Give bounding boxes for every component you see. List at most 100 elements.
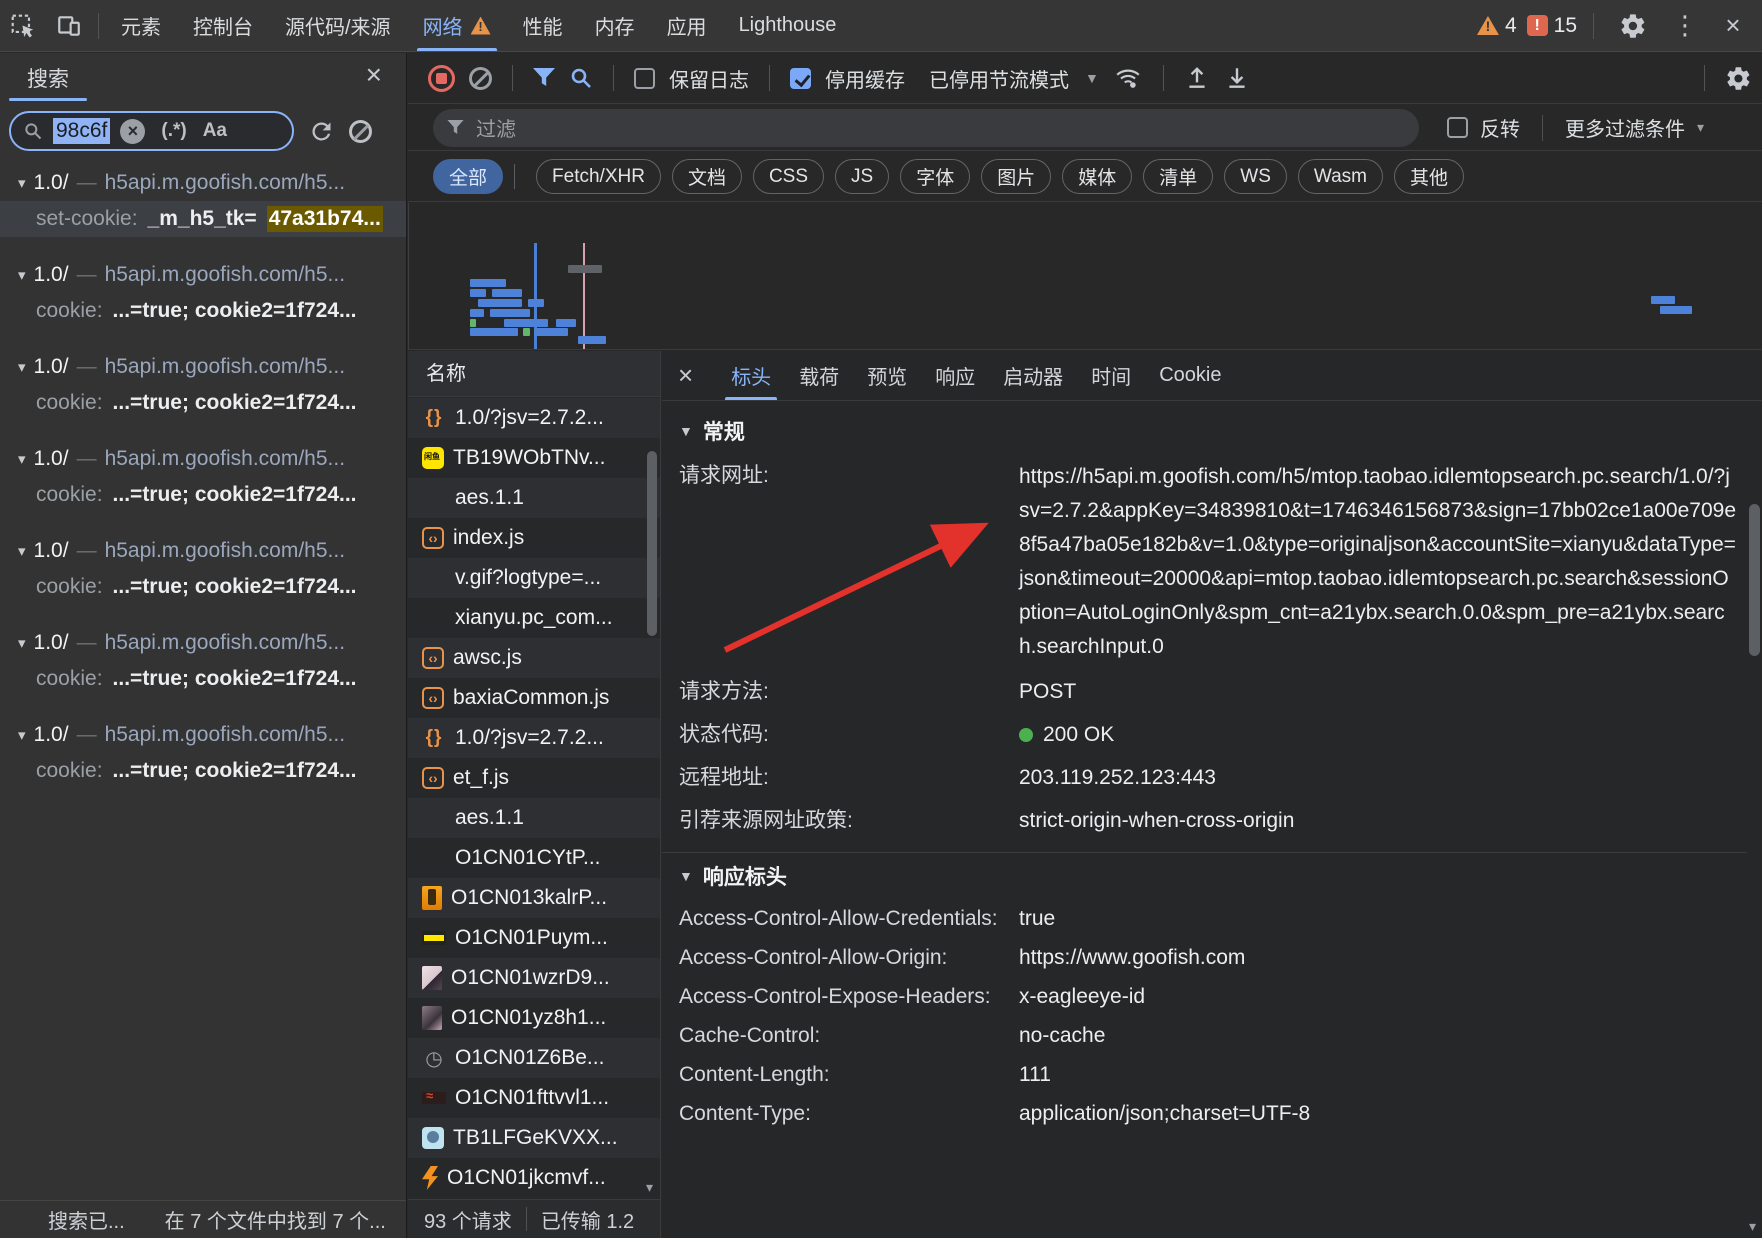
scrollbar-thumb[interactable]	[1749, 504, 1760, 656]
requests-name-column-header[interactable]: 名称	[408, 351, 660, 397]
request-type-chip[interactable]: 文档	[672, 159, 742, 194]
search-result-file[interactable]: ▾ 1.0/ — h5api.m.goofish.com/h5...	[0, 165, 406, 201]
clear-search-results-icon[interactable]	[349, 120, 372, 143]
filter-icon[interactable]	[533, 68, 555, 88]
request-type-chip[interactable]: 图片	[981, 159, 1051, 194]
expand-caret-icon[interactable]: ▾	[18, 726, 26, 744]
clear-query-icon[interactable]: ×	[120, 119, 145, 144]
details-tab[interactable]: 时间	[1077, 351, 1145, 400]
details-tab[interactable]: 响应	[921, 351, 989, 400]
expand-caret-icon[interactable]: ▾	[18, 542, 26, 560]
devtools-tab[interactable]: 控制台	[177, 0, 269, 51]
network-conditions-icon[interactable]	[1113, 65, 1143, 91]
request-row[interactable]: O1CN01yz8h1...	[408, 998, 660, 1038]
expand-caret-icon[interactable]: ▾	[18, 174, 26, 192]
console-warnings-badge[interactable]: 4	[1477, 14, 1517, 38]
expand-caret-icon[interactable]: ▾	[18, 634, 26, 652]
refresh-search-icon[interactable]	[308, 118, 335, 145]
request-type-chip[interactable]: 媒体	[1062, 159, 1132, 194]
search-result-file[interactable]: ▾ 1.0/ — h5api.m.goofish.com/h5...	[0, 717, 406, 753]
scroll-down-icon[interactable]: ▾	[1749, 1218, 1756, 1235]
search-result-file[interactable]: ▾ 1.0/ — h5api.m.goofish.com/h5...	[0, 257, 406, 293]
details-tab[interactable]: 启动器	[989, 351, 1077, 400]
preserve-log-checkbox[interactable]	[634, 68, 655, 89]
devtools-tab[interactable]: 性能	[507, 0, 579, 51]
invert-filter-checkbox[interactable]	[1447, 117, 1468, 138]
search-match-line[interactable]: cookie: ...=true; cookie2=1f724...	[0, 661, 406, 697]
search-match-line[interactable]: cookie: ...=true; cookie2=1f724...	[0, 753, 406, 789]
request-row[interactable]: 1.0/?jsv=2.7.2...	[408, 718, 660, 758]
scrollbar-thumb[interactable]	[647, 451, 657, 636]
request-row[interactable]: xianyu.pc_com...	[408, 598, 660, 638]
request-row[interactable]: v.gif?logtype=...	[408, 558, 660, 598]
expand-caret-icon[interactable]: ▾	[18, 358, 26, 376]
request-row[interactable]: index.js	[408, 518, 660, 558]
devtools-tab[interactable]: 网络	[407, 0, 507, 51]
search-input[interactable]: 98c6f × (.*) Aa	[9, 111, 294, 151]
request-row[interactable]: O1CN01Z6Be...	[408, 1038, 660, 1078]
request-row[interactable]: aes.1.1	[408, 798, 660, 838]
response-headers-section-header[interactable]: ▼ 响应标头	[679, 853, 1747, 899]
network-overview-timeline[interactable]: 5,000 ms 10,000 ms 15,000 ms 20,000 ms 2…	[408, 203, 1762, 350]
request-row[interactable]: 1.0/?jsv=2.7.2...	[408, 398, 660, 438]
details-tab[interactable]: 载荷	[785, 351, 853, 400]
general-section-header[interactable]: ▼ 常规	[679, 408, 1747, 454]
details-tab[interactable]: Cookie	[1145, 351, 1235, 400]
request-row[interactable]: O1CN01fttvvl1...	[408, 1078, 660, 1118]
request-type-chip[interactable]: JS	[835, 159, 889, 194]
search-network-icon[interactable]	[569, 66, 593, 90]
search-match-line[interactable]: cookie: ...=true; cookie2=1f724...	[0, 569, 406, 605]
search-result-file[interactable]: ▾ 1.0/ — h5api.m.goofish.com/h5...	[0, 441, 406, 477]
more-filters-label[interactable]: 更多过滤条件	[1565, 113, 1685, 142]
throttling-dropdown[interactable]: 已停用节流模式 ▼	[929, 64, 1099, 93]
settings-gear-icon[interactable]	[1610, 6, 1656, 46]
import-har-icon[interactable]	[1184, 65, 1210, 91]
details-tab[interactable]: 预览	[853, 351, 921, 400]
request-type-chip[interactable]: 其他	[1394, 159, 1464, 194]
clear-network-log-button[interactable]	[469, 67, 492, 90]
search-result-file[interactable]: ▾ 1.0/ — h5api.m.goofish.com/h5...	[0, 349, 406, 385]
request-row[interactable]: O1CN01jkcmvf...	[408, 1158, 660, 1198]
close-search-panel-icon[interactable]: ×	[366, 59, 382, 91]
issues-badge[interactable]: 15	[1527, 14, 1577, 38]
close-devtools-icon[interactable]: ×	[1714, 10, 1752, 41]
search-match-line[interactable]: cookie: ...=true; cookie2=1f724...	[0, 477, 406, 513]
requests-scrollbar[interactable]: ▾	[645, 398, 659, 1198]
devtools-tab[interactable]: 元素	[105, 0, 177, 51]
request-type-chip[interactable]: CSS	[753, 159, 824, 194]
request-row[interactable]: O1CN01Puym...	[408, 918, 660, 958]
request-type-chip[interactable]: Wasm	[1298, 159, 1383, 194]
request-type-chip[interactable]: Fetch/XHR	[536, 159, 661, 194]
details-scrollbar[interactable]: ▾	[1747, 402, 1762, 1238]
request-row[interactable]: O1CN01CYtP...	[408, 838, 660, 878]
more-options-icon[interactable]: ⋮	[1666, 10, 1704, 41]
request-row[interactable]: et_f.js	[408, 758, 660, 798]
devtools-tab[interactable]: 内存	[579, 0, 651, 51]
device-toolbar-icon[interactable]	[46, 6, 92, 46]
search-match-line[interactable]: cookie: ...=true; cookie2=1f724...	[0, 385, 406, 421]
details-tab[interactable]: 标头	[717, 351, 785, 400]
request-row[interactable]: TB19WObTNv...	[408, 438, 660, 478]
request-row[interactable]: awsc.js	[408, 638, 660, 678]
search-match-line[interactable]: cookie: ...=true; cookie2=1f724...	[0, 293, 406, 329]
request-row[interactable]: O1CN013kalrP...	[408, 878, 660, 918]
record-network-log-button[interactable]	[428, 65, 455, 92]
request-row[interactable]: aes.1.1	[408, 478, 660, 518]
regex-toggle[interactable]: (.*)	[161, 120, 186, 142]
expand-caret-icon[interactable]: ▾	[18, 450, 26, 468]
filter-input[interactable]: 过滤	[433, 109, 1419, 147]
devtools-tab[interactable]: 源代码/来源	[269, 0, 407, 51]
search-match-line[interactable]: set-cookie: _m_h5_tk= 47a31b74...	[0, 201, 406, 237]
export-har-icon[interactable]	[1224, 65, 1250, 91]
request-type-chip[interactable]: 字体	[900, 159, 970, 194]
request-row[interactable]: baxiaCommon.js	[408, 678, 660, 718]
inspect-element-icon[interactable]	[0, 6, 46, 46]
search-result-file[interactable]: ▾ 1.0/ — h5api.m.goofish.com/h5...	[0, 625, 406, 661]
expand-caret-icon[interactable]: ▾	[18, 266, 26, 284]
network-settings-gear-icon[interactable]	[1725, 65, 1752, 92]
request-type-chip[interactable]: 全部	[433, 159, 503, 194]
request-type-chip[interactable]: WS	[1224, 159, 1287, 194]
search-result-file[interactable]: ▾ 1.0/ — h5api.m.goofish.com/h5...	[0, 533, 406, 569]
scroll-down-icon[interactable]: ▾	[646, 1179, 653, 1196]
request-row[interactable]: TB1LFGeKVXX...	[408, 1118, 660, 1158]
